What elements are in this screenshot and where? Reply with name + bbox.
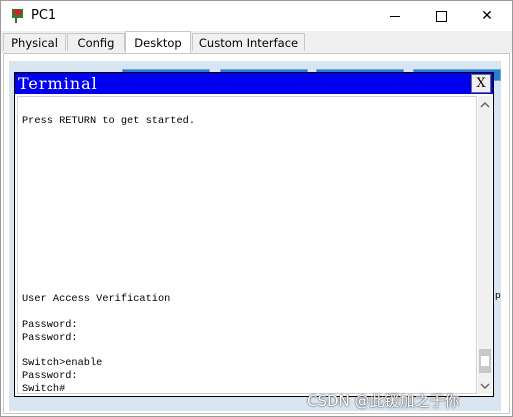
tab-label: Desktop xyxy=(134,35,182,50)
terminal-line: Switch>enable xyxy=(22,357,103,369)
tab-desktop[interactable]: Desktop xyxy=(125,31,191,53)
scroll-thumb[interactable] xyxy=(479,349,491,373)
terminal-line: Password: xyxy=(22,332,78,344)
terminal-line: User Access Verification xyxy=(22,293,171,305)
scroll-up-button[interactable] xyxy=(478,97,492,111)
terminal-window: Terminal X Press RETURN to get started. … xyxy=(14,72,494,397)
tab-label: Custom Interface xyxy=(198,35,299,50)
app-window: PC1 ✕ Physical Config Desktop Custom Int… xyxy=(0,0,513,417)
terminal-output[interactable]: Press RETURN to get started. User Access… xyxy=(17,96,477,394)
terminal-prompt: Switch# xyxy=(22,383,66,394)
chevron-up-icon xyxy=(480,101,490,107)
terminal-line: Press RETURN to get started. xyxy=(22,115,196,127)
close-icon: X xyxy=(476,76,486,91)
close-button[interactable]: ✕ xyxy=(464,1,510,31)
tab-custom-interface[interactable]: Custom Interface xyxy=(192,33,305,51)
scroll-thumb-grip xyxy=(481,356,489,366)
tab-bar: Physical Config Desktop Custom Interface xyxy=(1,31,512,53)
title-bar: PC1 ✕ xyxy=(1,1,512,31)
scroll-down-button[interactable] xyxy=(478,379,492,393)
chevron-down-icon xyxy=(480,383,490,389)
window-title: PC1 xyxy=(31,8,57,23)
terminal-line: Password: xyxy=(22,370,78,382)
maximize-button[interactable] xyxy=(418,1,464,31)
terminal-scrollbar[interactable] xyxy=(478,96,492,394)
packet-tracer-icon xyxy=(12,9,23,23)
terminal-title: Terminal xyxy=(18,74,98,93)
tab-config[interactable]: Config xyxy=(67,33,125,51)
terminal-close-button[interactable]: X xyxy=(471,74,491,93)
tab-label: Config xyxy=(77,35,115,50)
tab-label: Physical xyxy=(11,35,58,50)
minimize-icon xyxy=(390,15,400,17)
terminal-line: Password: xyxy=(22,319,78,331)
maximize-icon xyxy=(435,10,447,22)
watermark-text: CSDN @此锾加之于你 xyxy=(307,392,460,410)
terminal-title-bar: Terminal X xyxy=(15,73,493,94)
minimize-button[interactable] xyxy=(372,1,418,31)
tab-physical[interactable]: Physical xyxy=(3,33,66,51)
partial-glyph: p xyxy=(495,291,501,301)
close-icon: ✕ xyxy=(481,8,493,24)
